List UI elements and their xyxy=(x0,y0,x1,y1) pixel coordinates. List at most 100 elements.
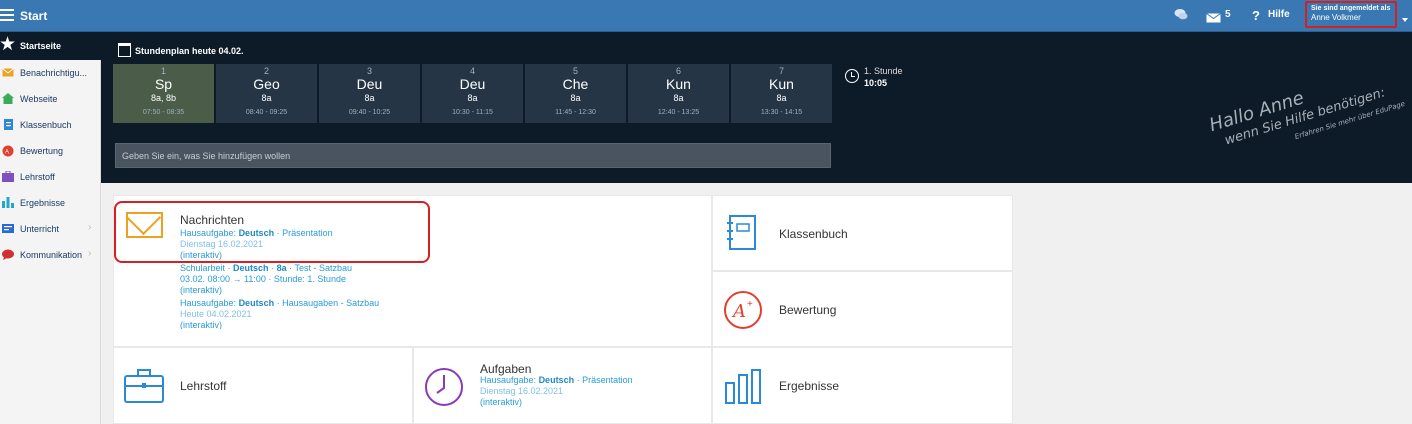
tile-bewertung[interactable]: A + Bewertung xyxy=(712,271,1013,347)
sidebar-item-ergebnisse[interactable]: Ergebnisse xyxy=(0,190,101,216)
lesson-cell[interactable]: 7 Kun 8a 13:30 - 14:15 xyxy=(731,64,832,123)
sidebar-item-label: Kommunikation xyxy=(20,250,83,260)
timetable-panel: Stundenplan heute 04.02. 1 Sp 8a, 8b 07:… xyxy=(101,32,1412,183)
tile-aufgaben[interactable]: Aufgaben Hausaufgabe: Deutsch · Präsenta… xyxy=(413,347,712,424)
lesson-time: 07:50 - 08:35 xyxy=(142,109,185,116)
lesson-subject: Sp xyxy=(154,76,173,92)
message-note: (interaktiv) xyxy=(180,320,223,329)
lesson-time: 08:40 - 09:25 xyxy=(245,109,288,116)
help-banner[interactable]: Hallo Anne wenn Sie Hilfe benötigen: Erf… xyxy=(1207,55,1408,148)
message-title: · Test - Satzbau xyxy=(289,263,352,273)
sidebar-item-lehrstoff[interactable]: Lehrstoff xyxy=(0,164,101,190)
tile-nachrichten[interactable]: Nachrichten Hausaufgabe: Deutsch · Präse… xyxy=(113,195,712,347)
lesson-number: 5 xyxy=(572,66,578,76)
house-icon xyxy=(2,93,14,104)
lesson-subject: Kun xyxy=(769,76,794,92)
lesson-number: 7 xyxy=(778,66,784,76)
star-icon: ★ xyxy=(0,34,17,55)
chevron-right-icon: › xyxy=(88,222,92,233)
lesson-time: 13:30 - 14:15 xyxy=(760,109,803,116)
clock-icon xyxy=(845,69,859,83)
envelope-icon xyxy=(2,67,14,78)
menu-icon[interactable] xyxy=(0,9,14,21)
lesson-number: 4 xyxy=(469,66,475,76)
sidebar-item-label: Klassenbuch xyxy=(20,120,72,130)
lesson-cell[interactable]: 5 Che 8a 11:45 - 12:30 xyxy=(525,64,626,123)
tile-title: Ergebnisse xyxy=(779,379,840,393)
quick-add-input[interactable] xyxy=(115,143,831,168)
top-bar: Start 5 ? Hilfe Sie sind angemeldet als … xyxy=(0,0,1412,32)
bar-chart-icon xyxy=(2,197,14,208)
lesson-cell[interactable]: 3 Deu 8a 09:40 - 10:25 xyxy=(319,64,420,123)
tile-klassenbuch[interactable]: Klassenbuch xyxy=(712,195,1013,271)
separator: · xyxy=(271,263,275,273)
svg-text:A: A xyxy=(5,150,9,156)
lesson-number: 2 xyxy=(263,66,269,76)
task-item[interactable]: Hausaufgabe: Deutsch · Präsentation xyxy=(480,375,633,385)
sidebar-item-bewertung[interactable]: A Bewertung xyxy=(0,138,101,164)
tile-ergebnisse[interactable]: Ergebnisse xyxy=(712,347,1013,424)
lesson-subject: Che xyxy=(562,76,589,92)
lesson-cell[interactable]: 6 Kun 8a 12:40 - 13:25 xyxy=(628,64,729,123)
user-account-menu[interactable]: Sie sind angemeldet als Anne Volkmer xyxy=(1305,1,1397,28)
chevron-down-icon[interactable] xyxy=(1402,18,1408,22)
lesson-subject: Geo xyxy=(253,76,280,92)
messages-count[interactable]: 5 xyxy=(1225,9,1231,20)
message-subject: Deutsch xyxy=(238,298,275,308)
grade-icon: A + xyxy=(723,290,763,335)
help-icon[interactable]: ? xyxy=(1252,8,1260,23)
timetable-title: Stundenplan heute 04.02. xyxy=(135,46,244,56)
sidebar-item-benachrichtigungen[interactable]: Benachrichtigu... xyxy=(0,60,101,86)
message-item[interactable]: Hausaufgabe: Deutsch · Hausaugaben - Sat… xyxy=(180,298,379,308)
tile-title: Bewertung xyxy=(779,303,837,317)
message-item[interactable]: Schularbeit · Deutsch · 8a · Test - Satz… xyxy=(180,263,352,273)
lesson-cell[interactable]: 4 Deu 8a 10:30 - 11:15 xyxy=(422,64,523,123)
messages-icon[interactable] xyxy=(1206,10,1221,23)
sidebar-item-label: Benachrichtigu... xyxy=(20,68,88,78)
lesson-class: 8a, 8b xyxy=(150,93,177,103)
sidebar-item-label: Unterricht xyxy=(20,224,60,234)
tile-lehrstoff[interactable]: Lehrstoff xyxy=(113,347,413,424)
task-date: Dienstag 16.02.2021 xyxy=(480,386,564,396)
lesson-class: 8a xyxy=(673,93,684,103)
bar-chart-icon xyxy=(725,369,761,410)
message-type: Hausaufgabe: xyxy=(180,298,237,308)
lesson-number: 3 xyxy=(366,66,372,76)
lesson-class: 8a xyxy=(776,93,787,103)
briefcase-icon xyxy=(124,369,164,408)
help-link[interactable]: Hilfe xyxy=(1268,9,1290,20)
current-time: 10:05 xyxy=(864,78,888,88)
lesson-class: 8a xyxy=(261,93,272,103)
sidebar-item-label: Webseite xyxy=(20,94,58,104)
tile-title: Klassenbuch xyxy=(779,227,848,241)
sidebar-item-kommunikation[interactable]: Kommunikation › xyxy=(0,242,101,268)
message-class: 8a xyxy=(276,263,287,273)
dashboard-tiles: Nachrichten Hausaufgabe: Deutsch · Präse… xyxy=(113,195,1013,424)
lesson-number: 6 xyxy=(675,66,681,76)
lesson-subject: Kun xyxy=(666,76,691,92)
lesson-cell[interactable]: 1 Sp 8a, 8b 07:50 - 08:35 xyxy=(113,64,214,123)
sidebar-item-webseite[interactable]: Webseite xyxy=(0,86,101,112)
sidebar-item-label: Startseite xyxy=(20,41,62,51)
lesson-cell[interactable]: 2 Geo 8a 08:40 - 09:25 xyxy=(216,64,317,123)
lesson-subject: Deu xyxy=(459,76,486,92)
message-date: Heute 04.02.2021 xyxy=(180,309,252,319)
lesson-class: 8a xyxy=(364,93,375,103)
chat-icon[interactable] xyxy=(1174,8,1188,20)
svg-text:+: + xyxy=(747,299,753,310)
lesson-class: 8a xyxy=(570,93,581,103)
briefcase-icon xyxy=(2,170,14,182)
tile-title: Aufgaben xyxy=(480,362,532,376)
lesson-subject: Deu xyxy=(356,76,383,92)
sidebar-item-startseite[interactable]: ★ Startseite xyxy=(0,32,101,60)
user-name: Anne Volkmer xyxy=(1311,13,1361,22)
sidebar-item-klassenbuch[interactable]: Klassenbuch xyxy=(0,112,101,138)
task-title: · Präsentation xyxy=(576,375,633,385)
lesson-number: 1 xyxy=(160,66,166,76)
sidebar-item-unterricht[interactable]: Unterricht › xyxy=(0,216,101,242)
lesson-class: 8a xyxy=(467,93,478,103)
chevron-right-icon: › xyxy=(88,248,92,259)
calendar-icon xyxy=(118,43,131,57)
lesson-time: 10:30 - 11:15 xyxy=(452,109,493,116)
sidebar: ★ Startseite Benachrichtigu... Webseite … xyxy=(0,32,101,424)
